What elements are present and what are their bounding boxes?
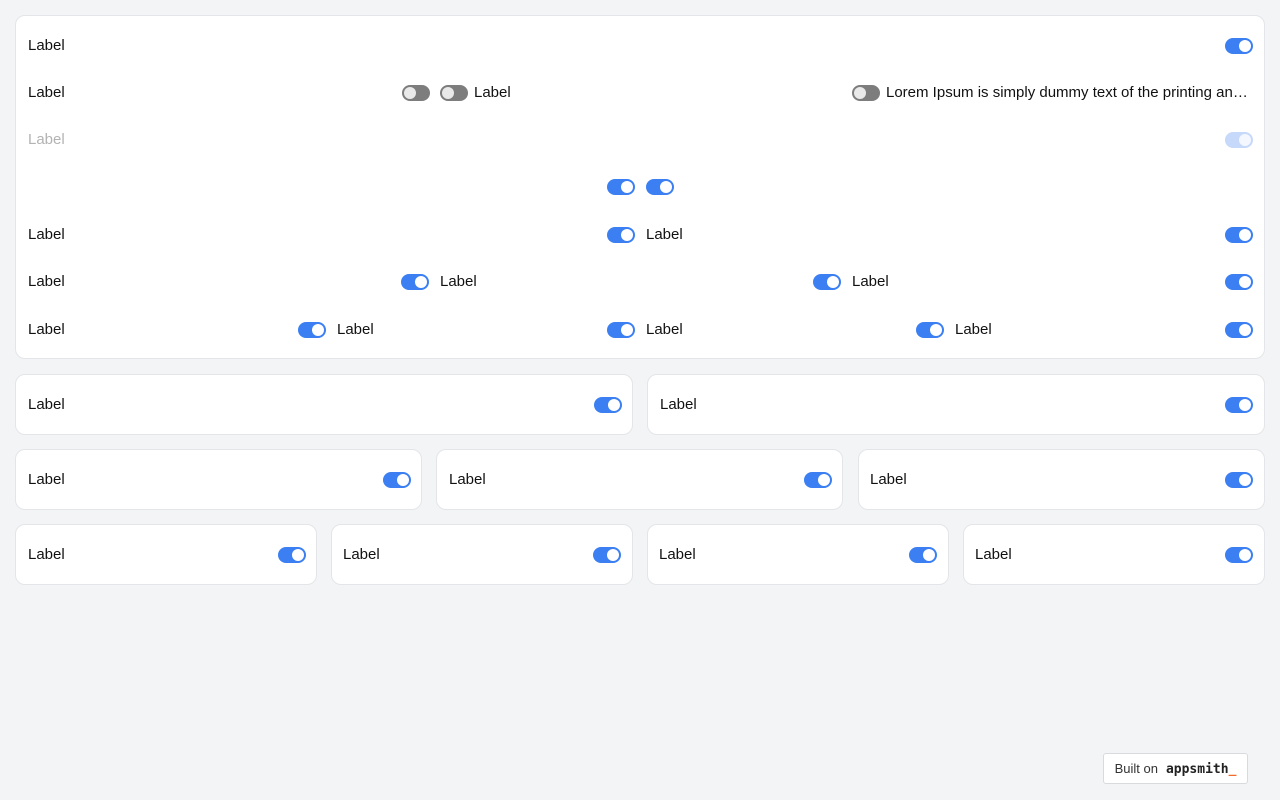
switch-toggle[interactable] <box>1225 322 1253 338</box>
switch-label: Label <box>659 546 696 563</box>
switch-label: Label <box>660 396 697 413</box>
switch-label: Label <box>646 226 683 243</box>
switch-toggle[interactable] <box>594 397 622 413</box>
switch-toggle[interactable] <box>1225 547 1253 563</box>
switch-label: Label <box>28 84 65 101</box>
switch-card: Label <box>331 524 633 585</box>
switch-label: Label <box>449 471 486 488</box>
switch-label-long: Lorem Ipsum is simply dummy text of the … <box>886 84 1252 101</box>
switch-toggle[interactable] <box>1225 472 1253 488</box>
switch-label: Label <box>28 321 65 338</box>
switch-label: Label <box>440 273 477 290</box>
switch-toggle[interactable] <box>1225 274 1253 290</box>
switch-group-card: Label Label Label Lorem Ipsum is simply … <box>15 15 1265 359</box>
switch-label: Label <box>975 546 1012 563</box>
switch-toggle[interactable] <box>401 274 429 290</box>
built-on-appsmith-badge[interactable]: Built on appsmith_ <box>1103 753 1248 784</box>
built-on-text: Built on <box>1114 761 1158 776</box>
switch-label: Label <box>646 321 683 338</box>
switch-toggle[interactable] <box>298 322 326 338</box>
switch-toggle[interactable] <box>607 227 635 243</box>
switch-toggle[interactable] <box>402 85 430 101</box>
switch-card: Label <box>858 449 1265 510</box>
switch-toggle[interactable] <box>646 179 674 195</box>
switch-card: Label <box>647 524 949 585</box>
switch-card: Label <box>963 524 1265 585</box>
switch-toggle[interactable] <box>1225 397 1253 413</box>
switch-label: Label <box>28 396 65 413</box>
appsmith-logo: appsmith_ <box>1165 761 1237 777</box>
switch-toggle-disabled <box>1225 132 1253 148</box>
switch-toggle[interactable] <box>1225 38 1253 54</box>
switch-toggle[interactable] <box>1225 227 1253 243</box>
switch-toggle[interactable] <box>593 547 621 563</box>
switch-label: Label <box>28 471 65 488</box>
switch-label: Label <box>852 273 889 290</box>
switch-card: Label <box>436 449 843 510</box>
switch-label: Label <box>28 546 65 563</box>
switch-toggle[interactable] <box>607 179 635 195</box>
switch-label: Label <box>870 471 907 488</box>
switch-toggle[interactable] <box>278 547 306 563</box>
switch-toggle[interactable] <box>607 322 635 338</box>
switch-card: Label <box>15 449 422 510</box>
switch-toggle[interactable] <box>916 322 944 338</box>
switch-label: Label <box>955 321 992 338</box>
switch-label: Label <box>28 273 65 290</box>
switch-toggle[interactable] <box>804 472 832 488</box>
switch-label: Label <box>474 84 511 101</box>
switch-label: Label <box>28 37 65 54</box>
switch-toggle[interactable] <box>909 547 937 563</box>
switch-toggle[interactable] <box>813 274 841 290</box>
switch-toggle[interactable] <box>383 472 411 488</box>
switch-label: Label <box>343 546 380 563</box>
switch-label: Label <box>337 321 374 338</box>
switch-label-disabled: Label <box>28 131 65 148</box>
switch-toggle[interactable] <box>440 85 468 101</box>
switch-label: Label <box>28 226 65 243</box>
switch-card: Label <box>15 374 633 435</box>
switch-toggle[interactable] <box>852 85 880 101</box>
switch-card: Label <box>647 374 1265 435</box>
switch-card: Label <box>15 524 317 585</box>
